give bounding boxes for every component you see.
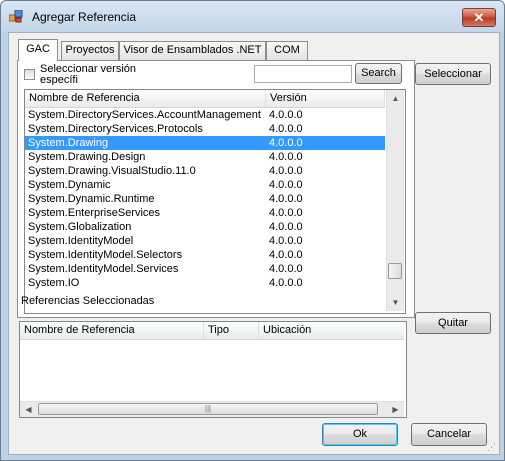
column-header-location[interactable]: Ubicación [259, 322, 404, 339]
search-button[interactable]: Search [355, 63, 402, 84]
scroll-up-icon[interactable]: ▲ [387, 90, 404, 107]
list-header: Nombre de Referencia Tipo Ubicación [20, 322, 404, 340]
resize-grip-icon[interactable]: ⋰ [487, 442, 497, 452]
dialog-body: GAC Proyectos Visor de Ensamblados .NET … [8, 32, 500, 455]
horizontal-scrollbar[interactable]: ◀ ||| ▶ [20, 401, 404, 417]
add-reference-dialog: Agregar Referencia ✕ GAC Proyectos Visor… [0, 0, 505, 461]
list-row[interactable]: System.Globalization 4.0.0.0 [25, 220, 385, 234]
tab-proyectos[interactable]: Proyectos [61, 41, 119, 60]
app-icon [8, 9, 23, 23]
close-button[interactable]: ✕ [462, 8, 496, 27]
scroll-right-icon[interactable]: ▶ [387, 401, 404, 417]
scroll-left-icon[interactable]: ◀ [20, 401, 37, 417]
scroll-down-icon[interactable]: ▼ [387, 294, 404, 311]
list-row[interactable]: System.Dynamic.Runtime 4.0.0.0 [25, 192, 385, 206]
list-row[interactable]: System.DirectoryServices.Protocols 4.0.0.… [25, 122, 385, 136]
remove-button[interactable]: Quitar [415, 312, 491, 334]
list-rows: System.DirectoryServices.AccountManageme… [25, 108, 385, 290]
scroll-thumb[interactable]: ||| [38, 403, 378, 415]
specific-version-label: Seleccionar versión específi [40, 64, 136, 85]
select-button[interactable]: Seleccionar [415, 63, 491, 85]
list-row[interactable]: System.IdentityModel 4.0.0.0 [25, 234, 385, 248]
scroll-thumb[interactable] [388, 263, 402, 279]
gac-reference-list[interactable]: Nombre de Referencia Versión System.Dire… [24, 89, 406, 314]
list-row[interactable]: System.EnterpriseServices 4.0.0.0 [25, 206, 385, 220]
list-row[interactable]: System.Dynamic 4.0.0.0 [25, 178, 385, 192]
close-icon: ✕ [473, 10, 485, 25]
selected-references-list[interactable]: Nombre de Referencia Tipo Ubicación ◀ ||… [19, 321, 407, 418]
ok-button[interactable]: Ok [322, 423, 398, 446]
tab-gac[interactable]: GAC [18, 39, 58, 61]
list-row-selected[interactable]: System.Drawing 4.0.0.0 [25, 136, 385, 150]
specific-version-checkbox[interactable] [24, 69, 35, 80]
selected-references-title: Referencias Seleccionadas [21, 295, 155, 307]
list-row[interactable]: System.IdentityModel.Selectors 4.0.0.0 [25, 248, 385, 262]
list-row[interactable]: System.Drawing.Design 4.0.0.0 [25, 150, 385, 164]
column-header-version[interactable]: Versión [266, 90, 385, 107]
list-row[interactable]: System.Drawing.VisualStudio.11.0 4.0.0.0 [25, 164, 385, 178]
column-header-type[interactable]: Tipo [204, 322, 259, 339]
list-header: Nombre de Referencia Versión [25, 90, 385, 108]
title-bar[interactable]: Agregar Referencia ✕ [1, 1, 504, 32]
cancel-button[interactable]: Cancelar [411, 423, 487, 446]
list-row[interactable]: System.IO 4.0.0.0 [25, 276, 385, 290]
window-title: Agregar Referencia [32, 10, 137, 24]
tab-com[interactable]: COM [266, 41, 308, 60]
specific-version-option[interactable]: Seleccionar versión específi [24, 64, 154, 85]
search-input[interactable] [254, 65, 352, 83]
column-header-name[interactable]: Nombre de Referencia [20, 322, 204, 339]
list-row[interactable]: System.DirectoryServices.AccountManageme… [25, 108, 385, 122]
list-row[interactable]: System.IdentityModel.Services 4.0.0.0 [25, 262, 385, 276]
column-header-name[interactable]: Nombre de Referencia [25, 90, 266, 107]
gac-panel: Seleccionar versión específi Search Nomb… [17, 60, 415, 318]
vertical-scrollbar[interactable]: ▲ ▼ [386, 90, 404, 311]
tab-assembly-browser[interactable]: Visor de Ensamblados .NET [119, 41, 266, 60]
